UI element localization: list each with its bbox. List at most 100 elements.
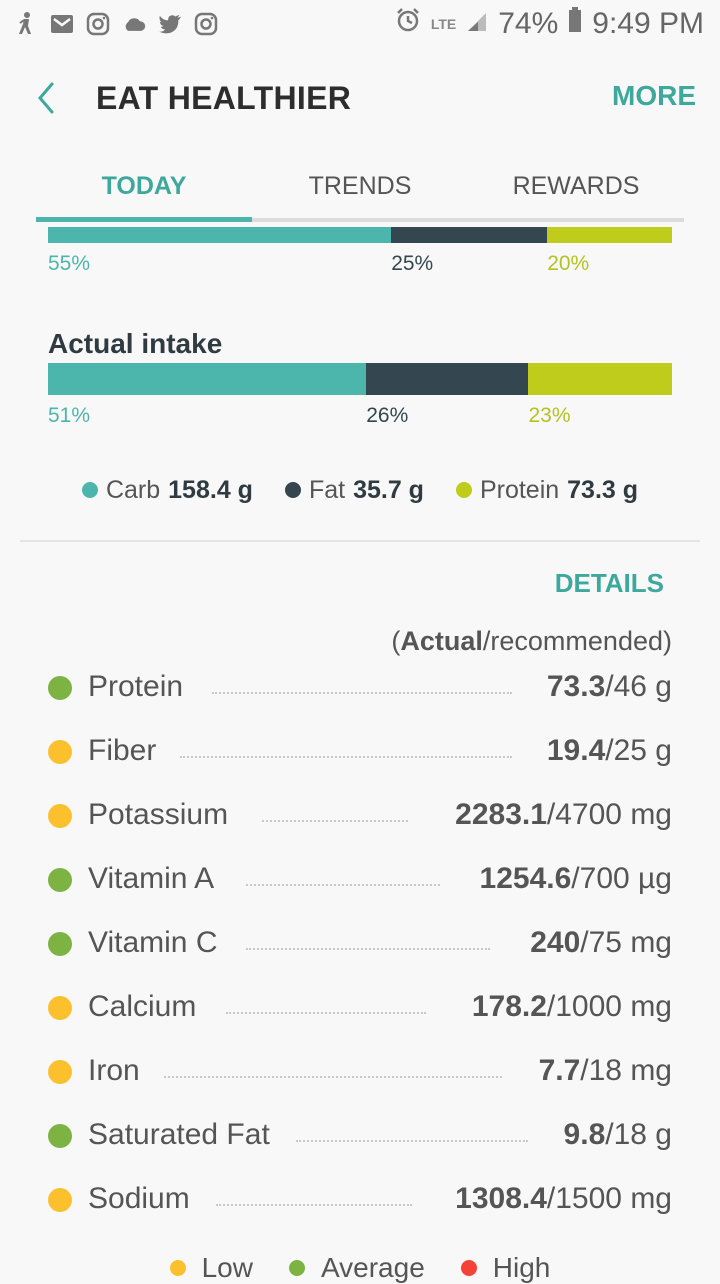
gmail-icon xyxy=(50,12,74,36)
page-title: EAT HEALTHIER xyxy=(96,80,352,116)
legend-high: High xyxy=(460,1252,550,1284)
actual-recommended-note: (Actual/recommended) xyxy=(391,626,672,657)
recommended-carb-segment xyxy=(48,227,392,243)
status-legend: Low Average High xyxy=(0,1252,720,1284)
legend-fat-name: Fat xyxy=(308,475,346,504)
carb-dot-icon xyxy=(81,482,98,498)
tab-trends[interactable]: TRENDS xyxy=(252,172,468,201)
nutrient-actual: 1254.6 xyxy=(479,862,572,895)
actual-intake-title: Actual intake xyxy=(48,328,223,359)
nutrient-recommended: /75 mg xyxy=(580,926,672,959)
recommended-protein-segment xyxy=(547,227,672,243)
nutrient-actual: 7.7 xyxy=(538,1054,581,1087)
status-dot-icon xyxy=(48,868,72,892)
nutrient-row: Potassium 2283.1/4700 mg xyxy=(48,790,672,840)
details-button[interactable]: DETAILS xyxy=(555,568,664,599)
dotted-leader xyxy=(296,1140,528,1142)
back-arrow-icon[interactable] xyxy=(28,76,68,120)
nutrient-actual: 2283.1 xyxy=(455,798,547,831)
twitter-icon xyxy=(158,12,182,36)
nutrient-recommended: /1500 mg xyxy=(546,1182,672,1215)
status-dot-icon xyxy=(48,804,72,828)
nutrient-row: Vitamin A 1254.6/700 µg xyxy=(48,854,672,904)
alarm-icon xyxy=(395,7,421,41)
nutrient-actual: 240 xyxy=(530,926,581,959)
nutrient-actual: 1308.4 xyxy=(455,1182,547,1215)
nutrient-recommended: /46 g xyxy=(605,670,672,703)
actual-intake-bar xyxy=(48,363,672,395)
actual-protein-segment xyxy=(528,363,672,395)
legend-protein-value: 73.3 g xyxy=(567,475,639,504)
nutrient-recommended: /25 g xyxy=(605,734,672,767)
nutrient-actual: 9.8 xyxy=(563,1118,606,1151)
recommended-ratio-bar xyxy=(48,227,672,243)
status-dot-icon xyxy=(48,1188,72,1212)
dotted-leader xyxy=(164,1076,502,1078)
status-dot-icon xyxy=(48,1124,72,1148)
app-bar: EAT HEALTHIER MORE xyxy=(0,48,720,148)
nutrient-value: 1254.6/700 µg xyxy=(480,862,672,896)
status-dot-icon xyxy=(48,996,72,1020)
recommended-fat-segment xyxy=(391,227,548,243)
average-dot-icon xyxy=(288,1260,305,1276)
nutrient-actual: 178.2 xyxy=(471,990,547,1023)
tab-rewards[interactable]: REWARDS xyxy=(468,172,684,201)
status-dot-icon xyxy=(48,1060,72,1084)
nutrient-name: Protein xyxy=(88,670,184,703)
high-dot-icon xyxy=(460,1260,477,1276)
nutrient-value: 178.2/1000 mg xyxy=(472,990,672,1024)
nutrient-name: Calcium xyxy=(88,990,197,1023)
nutrient-recommended: /1000 mg xyxy=(546,990,672,1023)
nutrient-actual: 73.3 xyxy=(546,670,606,703)
protein-dot-icon xyxy=(455,482,472,498)
nutrient-name: Vitamin A xyxy=(88,862,215,895)
legend-carb-name: Carb xyxy=(105,475,161,504)
nutrient-row: Iron 7.7/18 mg xyxy=(48,1046,672,1096)
actual-protein-percent: 23% xyxy=(528,404,571,427)
legend-average-label: Average xyxy=(320,1252,425,1283)
system-status: LTE 74% 9:49 PM xyxy=(395,6,704,42)
nutrient-name: Sodium xyxy=(88,1182,190,1215)
nutrient-value: 19.4/25 g xyxy=(547,734,672,768)
nutrient-name: Saturated Fat xyxy=(88,1118,270,1151)
note-rest: /recommended) xyxy=(482,626,672,656)
dotted-leader xyxy=(262,820,408,822)
legend-fat: Fat 35.7 g xyxy=(284,475,424,505)
legend-low-label: Low xyxy=(201,1252,253,1283)
nutrient-row: Calcium 178.2/1000 mg xyxy=(48,982,672,1032)
battery-icon xyxy=(568,7,582,41)
notification-icons xyxy=(14,10,218,38)
legend-carb: Carb 158.4 g xyxy=(81,475,253,505)
recommended-fat-percent: 25% xyxy=(391,252,434,275)
signal-icon xyxy=(466,7,488,41)
recommended-carb-percent: 55% xyxy=(48,252,91,275)
network-type: LTE xyxy=(430,16,457,32)
divider xyxy=(20,540,700,542)
nutrient-row: Vitamin C 240/75 mg xyxy=(48,918,672,968)
actual-fat-segment xyxy=(366,363,529,395)
tab-bar: TODAY TRENDS REWARDS xyxy=(36,160,684,222)
instagram-icon-2 xyxy=(194,12,218,36)
nutrient-value: 2283.1/4700 mg xyxy=(455,798,672,832)
status-bar: LTE 74% 9:49 PM xyxy=(0,0,720,48)
nutrient-name: Iron xyxy=(88,1054,140,1087)
macro-legend: Carb 158.4 g Fat 35.7 g Protein 73.3 g xyxy=(0,470,720,510)
tab-today[interactable]: TODAY xyxy=(36,172,252,201)
note-actual: Actual xyxy=(400,626,483,656)
status-dot-icon xyxy=(48,676,72,700)
legend-protein-name: Protein xyxy=(479,475,560,504)
legend-carb-value: 158.4 g xyxy=(168,475,253,504)
dotted-leader xyxy=(180,756,512,758)
nutrient-name: Fiber xyxy=(88,734,157,767)
more-button[interactable]: MORE xyxy=(612,80,696,112)
recommended-protein-percent: 20% xyxy=(547,252,590,275)
dotted-leader xyxy=(246,884,440,886)
nutrient-row: Sodium 1308.4/1500 mg xyxy=(48,1174,672,1224)
actual-carb-percent: 51% xyxy=(48,404,91,427)
actual-carb-segment xyxy=(48,363,367,395)
cloud-icon xyxy=(122,12,146,36)
nutrient-recommended: /4700 mg xyxy=(546,798,672,831)
dotted-leader xyxy=(246,948,490,950)
nutrient-row: Protein 73.3/46 g xyxy=(48,662,672,712)
legend-low: Low xyxy=(169,1252,253,1284)
